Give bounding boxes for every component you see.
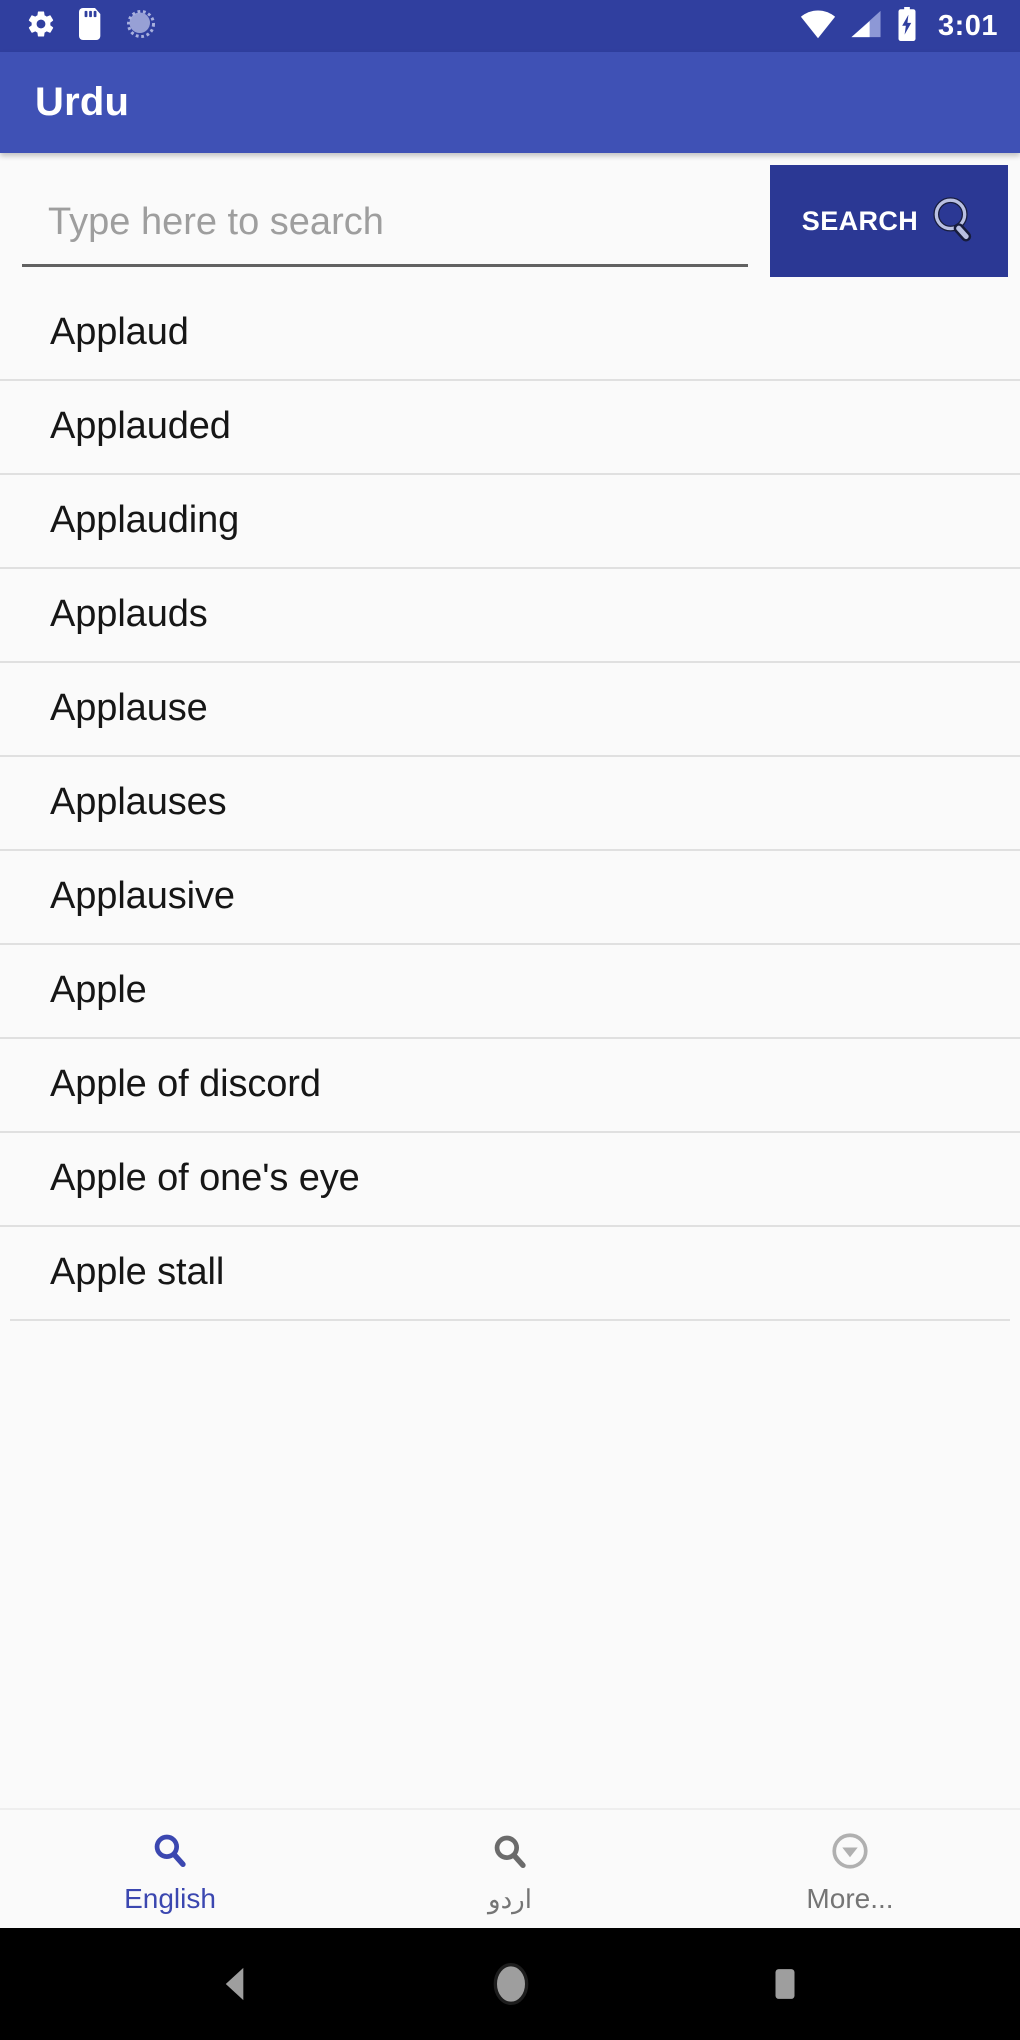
word-label: Apple of one's eye (50, 1157, 360, 1199)
status-bar-clock: 3:01 (937, 9, 998, 42)
list-item[interactable]: Applauses (0, 755, 1020, 849)
word-label: Applauses (50, 781, 227, 823)
list-divider (10, 1319, 1010, 1321)
search-input[interactable] (22, 183, 748, 261)
search-input-underline (22, 264, 748, 267)
nav-item-label: More... (806, 1882, 894, 1914)
battery-charging-icon (896, 6, 918, 46)
word-label: Apple stall (50, 1251, 225, 1293)
search-button[interactable]: SEARCH (770, 165, 1008, 277)
nav-item-label: اردو (488, 1883, 532, 1914)
list-item[interactable]: Applaud (10, 285, 1010, 379)
list-item[interactable]: Apple stall (0, 1225, 1020, 1319)
word-label: Applausive (50, 875, 235, 917)
nav-item-english[interactable]: English (0, 1810, 340, 1928)
list-item[interactable]: Applausive (0, 849, 1020, 943)
nav-item-label: English (124, 1882, 216, 1914)
word-label: Apple of discord (50, 1063, 321, 1105)
status-bar: 3:01 (0, 0, 1020, 52)
cellular-signal-icon (850, 9, 882, 44)
list-item[interactable]: Applauds (0, 567, 1020, 661)
bottom-navigation: English اردو More... (0, 1808, 1020, 1928)
list-item[interactable]: Apple of discord (0, 1037, 1020, 1131)
magnifier-icon (928, 193, 982, 250)
search-button-label: SEARCH (801, 205, 919, 236)
status-bar-right-icons: 3:01 (800, 6, 998, 46)
list-item[interactable]: Apple of one's eye (0, 1131, 1020, 1225)
phone-screen: 3:01 Urdu SEARCH Applaud (0, 0, 1020, 2040)
sd-card-icon (78, 7, 104, 45)
home-button[interactable] (491, 1959, 531, 2009)
wifi-icon (800, 9, 836, 44)
circle-chevron-down-icon (829, 1830, 871, 1877)
word-label: Applause (50, 687, 208, 729)
search-input-wrapper (22, 183, 748, 267)
word-label: Applaud (50, 311, 189, 353)
back-button[interactable] (218, 1965, 254, 2003)
word-label: Applauded (50, 405, 231, 447)
word-label: Apple (50, 969, 147, 1011)
app-bar: Urdu (0, 52, 1020, 153)
magnifier-icon (149, 1830, 191, 1877)
magnifier-icon (489, 1831, 531, 1878)
sync-spinner-icon (126, 9, 156, 44)
list-item[interactable]: Applause (0, 661, 1020, 755)
word-label: Applauds (50, 593, 208, 635)
list-item[interactable]: Apple (0, 943, 1020, 1037)
settings-gear-icon (26, 9, 56, 44)
list-item[interactable]: Applauding (0, 473, 1020, 567)
search-bar-container: SEARCH (0, 153, 1020, 285)
system-navigation-bar (0, 1928, 1020, 2040)
recents-button[interactable] (768, 1965, 802, 2003)
page-title: Urdu (35, 80, 130, 124)
word-list[interactable]: Applaud Applauded Applauding Applauds Ap… (0, 285, 1020, 1808)
nav-item-more[interactable]: More... (680, 1810, 1020, 1928)
status-bar-left-icons (26, 7, 156, 45)
list-item[interactable]: Applauded (0, 379, 1020, 473)
nav-item-urdu[interactable]: اردو (340, 1810, 680, 1928)
word-list-inner: Applaud Applauded Applauding Applauds Ap… (0, 285, 1020, 1321)
word-label: Applauding (50, 499, 240, 541)
